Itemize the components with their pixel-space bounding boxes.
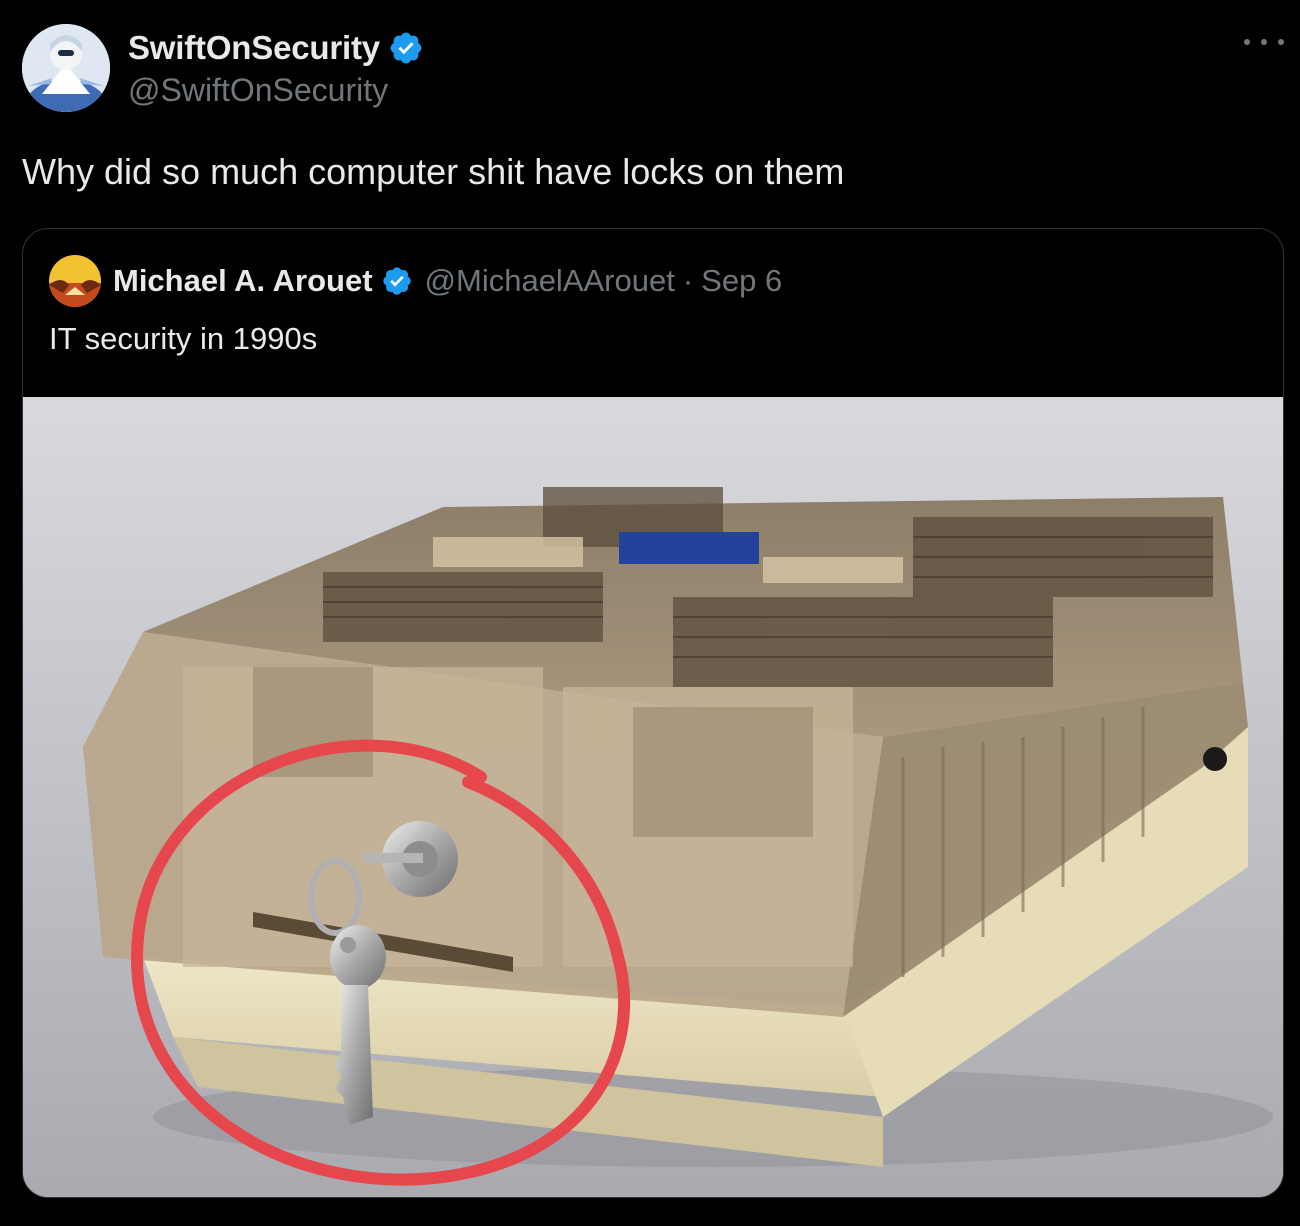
sunset-avatar-icon: [49, 255, 101, 307]
quoted-author-handle[interactable]: @MichaelAArouet: [425, 263, 675, 299]
quoted-tweet-card[interactable]: Michael A. Arouet @MichaelAArouet · Sep …: [22, 228, 1284, 1198]
author-name-row[interactable]: SwiftOnSecurity: [128, 28, 424, 68]
quoted-author-display-name[interactable]: Michael A. Arouet: [113, 263, 373, 299]
more-horizontal-icon[interactable]: [1244, 30, 1284, 54]
verified-badge-icon: [390, 32, 422, 64]
quoted-tweet-text: IT security in 1990s: [49, 321, 318, 356]
author-avatar[interactable]: [22, 24, 110, 112]
verified-badge-icon: [382, 267, 411, 295]
author-handle[interactable]: @SwiftOnSecurity: [128, 72, 388, 109]
floppy-disk-storage-box-with-lock-image: [23, 397, 1283, 1197]
quoted-tweet-date[interactable]: Sep 6: [701, 263, 782, 299]
anime-avatar-icon: [22, 24, 110, 112]
quoted-author-avatar[interactable]: [49, 255, 101, 307]
quoted-tweet-header: Michael A. Arouet @MichaelAArouet · Sep …: [49, 255, 782, 307]
tweet-text: Why did so much computer shit have locks…: [22, 151, 845, 192]
separator-dot: ·: [682, 263, 694, 298]
author-display-name[interactable]: SwiftOnSecurity: [128, 29, 380, 67]
quoted-tweet-photo[interactable]: [23, 397, 1283, 1197]
